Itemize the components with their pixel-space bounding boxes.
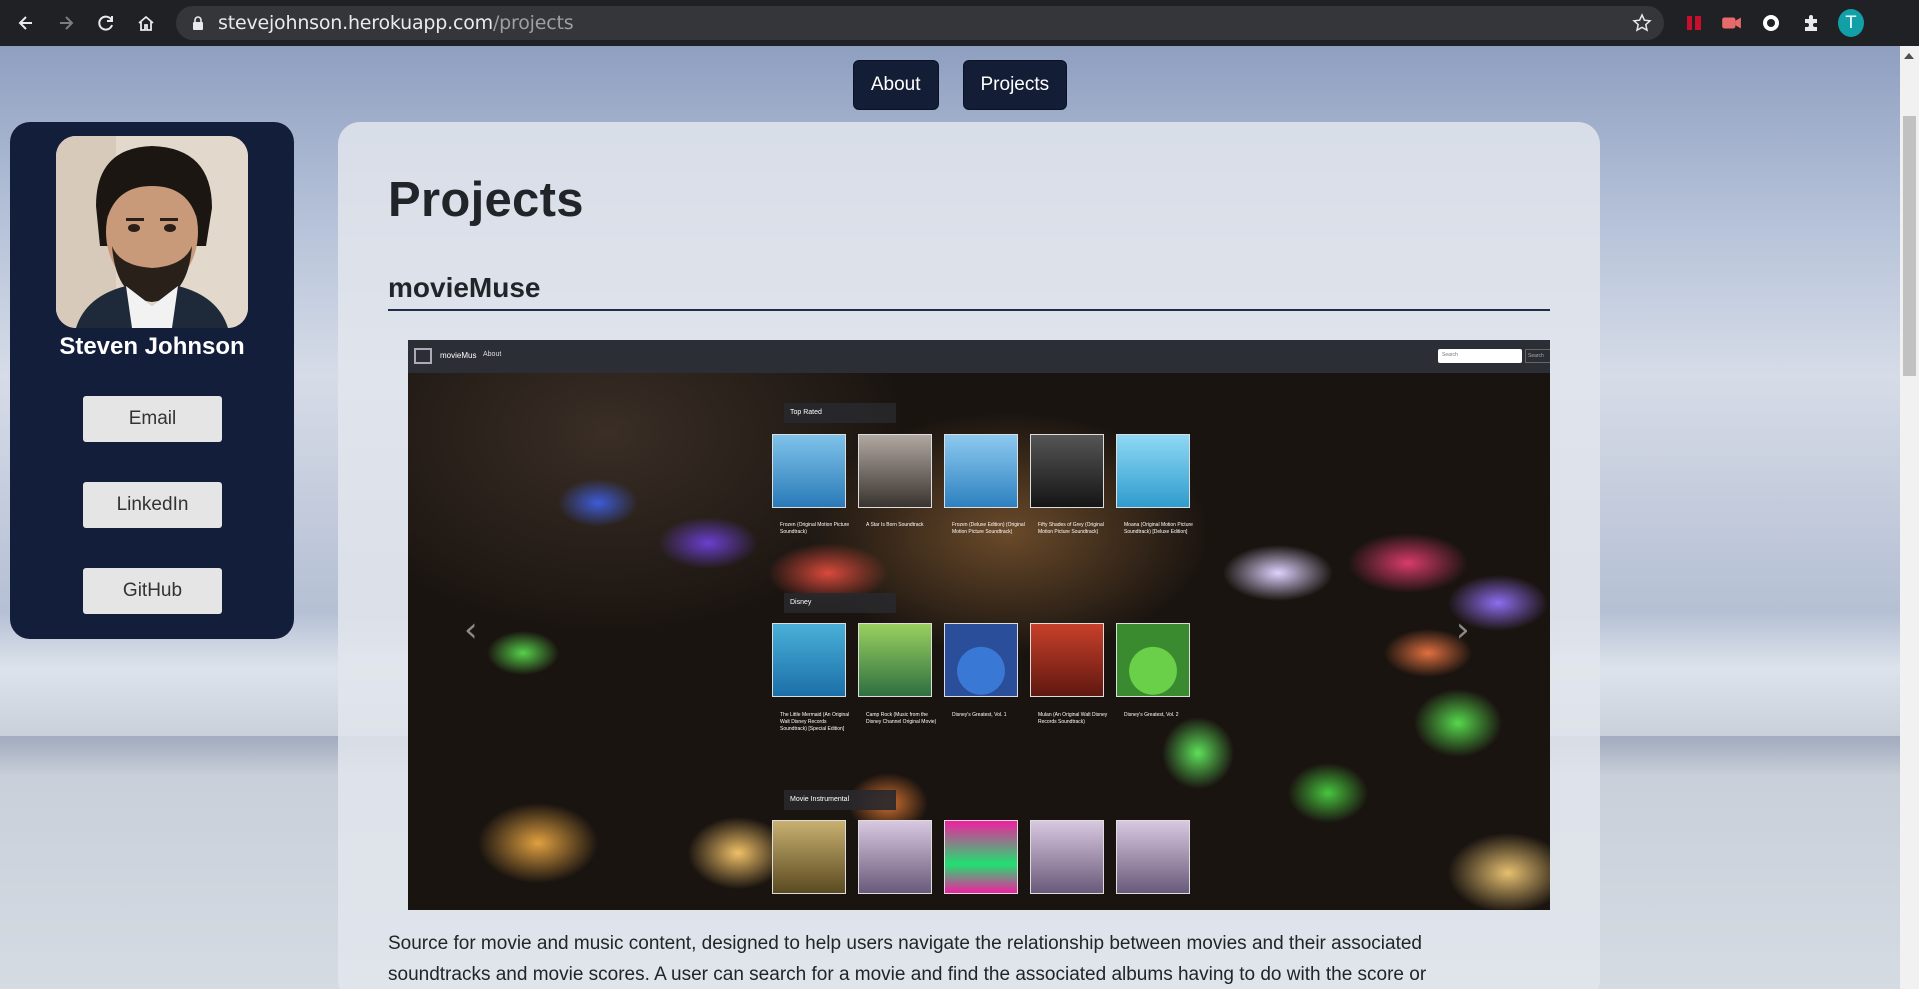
album-cover xyxy=(772,434,846,508)
bookmark-star-icon[interactable] xyxy=(1632,13,1652,33)
nav-about-button[interactable]: About xyxy=(852,60,939,110)
album-cover xyxy=(1116,623,1190,697)
screenshot-brand: movieMus xyxy=(440,351,477,360)
profile-avatar[interactable]: T xyxy=(1838,9,1864,37)
album-caption: Moana (Original Motion Picture Soundtrac… xyxy=(1124,522,1193,535)
album-caption: Mulan (An Original Walt Disney Records S… xyxy=(1038,712,1108,725)
carousel-prev-icon[interactable]: ‹ xyxy=(464,610,478,650)
album-cover xyxy=(1030,434,1104,508)
address-bar[interactable]: stevejohnson.herokuapp.com/projects xyxy=(176,6,1664,40)
scroll-up-arrow-icon[interactable] xyxy=(1904,53,1914,59)
screenshot-about-link: About xyxy=(483,351,502,358)
album-cover xyxy=(1030,623,1104,697)
album-cover xyxy=(858,623,932,697)
nav-projects-button[interactable]: Projects xyxy=(962,60,1068,110)
github-button[interactable]: GitHub xyxy=(83,568,222,614)
extension-red-icon[interactable] xyxy=(1681,10,1707,36)
album-cover xyxy=(1030,820,1104,894)
album-cover xyxy=(1116,434,1190,508)
email-button[interactable]: Email xyxy=(83,396,222,442)
project-screenshot-carousel[interactable]: movieMus About Search Search Top Rated D… xyxy=(408,340,1550,910)
lock-icon xyxy=(193,16,203,30)
scrollbar-thumb[interactable] xyxy=(1903,116,1916,376)
album-cover xyxy=(1116,820,1190,894)
divider xyxy=(388,309,1550,311)
scrollbar[interactable] xyxy=(1900,46,1919,989)
screenshot-navbar: movieMus About Search Search xyxy=(408,340,1550,373)
top-nav: About Projects xyxy=(0,60,1900,110)
album-caption: Disney's Greatest, Vol. 1 xyxy=(952,712,1007,718)
profile-name: Steven Johnson xyxy=(59,333,245,360)
extension-circle-icon[interactable] xyxy=(1758,10,1784,36)
album-caption: A Star Is Born Soundtrack xyxy=(866,522,924,528)
home-icon[interactable] xyxy=(128,5,164,41)
back-icon[interactable] xyxy=(8,5,44,41)
page-title: Projects xyxy=(388,173,584,227)
profile-sidebar: Steven Johnson Email LinkedIn GitHub xyxy=(10,122,294,639)
album-caption: Camp Rock (Music from the Disney Channel… xyxy=(866,712,937,725)
screenshot-category-label: Top Rated xyxy=(784,403,896,423)
album-caption: Frozen (Deluxe Edition) (Original Motion… xyxy=(952,522,1025,535)
linkedin-button[interactable]: LinkedIn xyxy=(83,482,222,528)
extension-video-icon[interactable] xyxy=(1718,10,1744,36)
profile-photo xyxy=(56,136,248,328)
screenshot-search-button: Search xyxy=(1525,349,1550,363)
album-caption: The Little Mermaid (An Original Walt Dis… xyxy=(780,712,850,732)
screenshot-category-label: Disney xyxy=(784,593,896,613)
projects-card: Projects movieMuse movieMus About Search… xyxy=(338,122,1600,989)
screenshot-search-input: Search xyxy=(1438,349,1522,363)
album-caption: Frozen (Original Motion Picture Soundtra… xyxy=(780,522,850,535)
album-cover xyxy=(944,820,1018,894)
extensions-puzzle-icon[interactable] xyxy=(1798,10,1824,36)
browser-toolbar: stevejohnson.herokuapp.com/projects T xyxy=(0,0,1919,46)
album-caption: Fifty Shades of Grey (Original Motion Pi… xyxy=(1038,522,1104,535)
project-title: movieMuse xyxy=(388,272,541,303)
album-cover xyxy=(858,434,932,508)
album-cover xyxy=(944,623,1018,697)
carousel-next-icon[interactable]: › xyxy=(1456,610,1470,650)
album-cover xyxy=(772,820,846,894)
album-cover xyxy=(944,434,1018,508)
reload-icon[interactable] xyxy=(88,5,124,41)
project-description: Source for movie and music content, desi… xyxy=(388,933,1427,985)
url-text: stevejohnson.herokuapp.com/projects xyxy=(218,12,574,34)
album-cover xyxy=(772,623,846,697)
album-caption: Disney's Greatest, Vol. 2 xyxy=(1124,712,1179,718)
album-cover xyxy=(858,820,932,894)
screenshot-logo-icon xyxy=(414,348,432,364)
screenshot-category-label: Movie Instrumental xyxy=(784,790,896,810)
forward-icon[interactable] xyxy=(48,5,84,41)
